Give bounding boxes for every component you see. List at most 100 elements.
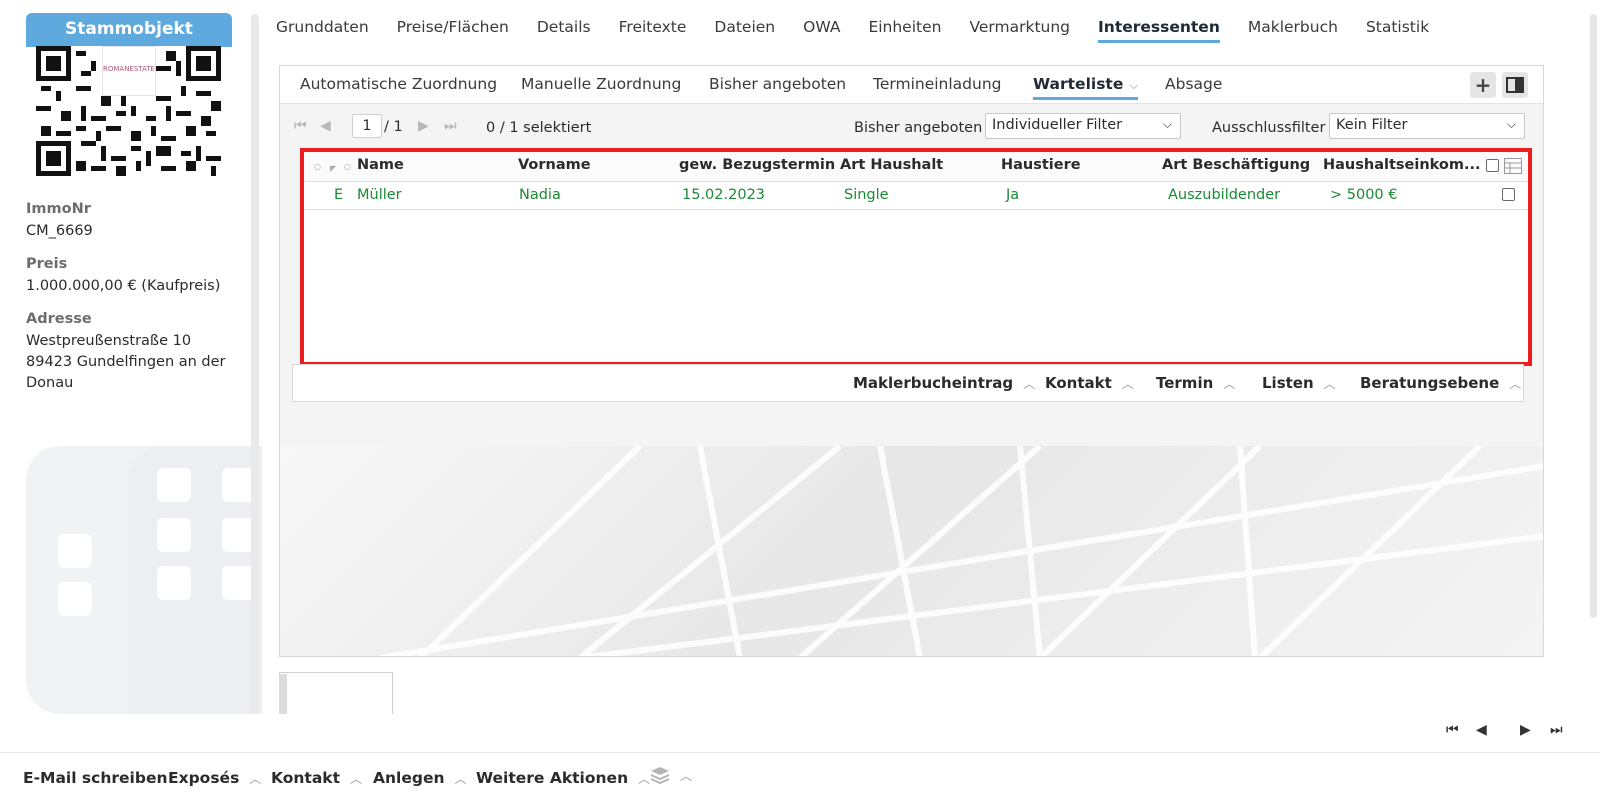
action-label: Kontakt (1045, 374, 1112, 392)
subtab-label: Warteliste (1033, 75, 1124, 93)
col-name[interactable]: Name (357, 157, 404, 173)
anlegen-menu[interactable]: Anlegen ︿ (373, 769, 467, 787)
menu-label: Anlegen (373, 769, 445, 787)
subtab-absage[interactable]: Absage (1165, 75, 1222, 93)
col-vorname[interactable]: Vorname (518, 157, 591, 173)
first-page-icon[interactable]: ⏮ (294, 118, 307, 134)
tab-label: Maklerbuch (1247, 18, 1338, 36)
subtab-automatische-zuordnung[interactable]: Automatische Zuordnung (300, 75, 497, 93)
action-label: Maklerbucheintrag (853, 374, 1014, 392)
chevron-up-icon: ︿ (1223, 377, 1236, 391)
tab-label: Vermarktung (969, 18, 1071, 36)
tab-owa[interactable]: OWA (789, 14, 854, 48)
action-label: Listen (1262, 374, 1314, 392)
cell-haushaltseinkommen: > 5000 € (1330, 187, 1398, 203)
list-toolbar: ⏮ ◀ ▶ ⏭ / 1 0 / 1 selektiert Bisher ange… (280, 104, 1543, 148)
page-number-input[interactable]: 1 (352, 114, 382, 138)
row-action-bar: Maklerbucheintrag ︿ Kontakt ︿ Termin ︿ List… (292, 364, 1524, 402)
column-settings-icon[interactable] (1504, 158, 1522, 178)
subtab-manuelle-zuordnung[interactable]: Manuelle Zuordnung (521, 75, 681, 93)
chevron-down-icon: ⌵ (1162, 117, 1172, 131)
tab-maklerbuch[interactable]: Maklerbuch (1234, 14, 1352, 48)
action-maklerbucheintrag[interactable]: Maklerbucheintrag ︿ (853, 374, 1035, 392)
kontakt-menu[interactable]: Kontakt ︿ (271, 769, 362, 787)
tab-label: Dateien (714, 18, 776, 36)
row-flag: E (334, 187, 344, 203)
subtab-termineinladung[interactable]: Termineinladung (873, 75, 1002, 93)
table-row[interactable]: E Müller Nadia 15.02.2023 Single Ja Ausz… (304, 182, 1528, 210)
building-window (58, 582, 92, 616)
qr-code: ROMANESTATE (36, 46, 221, 176)
chevron-up-icon: ︿ (454, 772, 467, 786)
content-frame: Automatische Zuordnung Manuelle Zuordnun… (279, 65, 1544, 657)
weitere-aktionen-menu[interactable]: Weitere Aktionen ︿ (476, 769, 650, 787)
secondary-tab[interactable] (279, 672, 393, 714)
col-haustiere[interactable]: Haustiere (1001, 157, 1081, 173)
next-record-icon[interactable]: ▶ (1520, 722, 1531, 738)
main-scrollbar[interactable] (1590, 14, 1597, 618)
col-bezugstermin[interactable]: gew. Bezugstermin (679, 157, 835, 173)
row-checkbox[interactable] (1502, 188, 1515, 201)
selection-count: 0 / 1 selektiert (486, 120, 592, 136)
tab-preise-flaechen[interactable]: Preise/Flächen (383, 14, 523, 48)
menu-label: Kontakt (271, 769, 341, 787)
prev-page-icon[interactable]: ◀ (320, 118, 331, 134)
cell-art-haushalt: Single (844, 187, 889, 203)
layers-menu[interactable]: ︿ (650, 765, 692, 789)
tab-dateien[interactable]: Dateien (700, 14, 789, 48)
bisher-angeboten-select[interactable]: Individueller Filter ⌵ (985, 113, 1181, 139)
tab-freitexte[interactable]: Freitexte (605, 14, 701, 48)
action-kontakt[interactable]: Kontakt ︿ (1045, 374, 1134, 392)
last-page-icon[interactable]: ⏭ (444, 118, 457, 134)
menu-label: Exposés (168, 769, 240, 787)
preis-label: Preis (26, 256, 68, 272)
tab-interessenten[interactable]: Interessenten (1084, 14, 1234, 48)
chevron-up-icon: ︿ (638, 772, 651, 786)
main-tab-bar: Grunddaten Preise/Flächen Details Freite… (262, 14, 1443, 48)
add-icon[interactable]: + (1470, 72, 1496, 98)
tab-vermarktung[interactable]: Vermarktung (955, 14, 1084, 48)
chevron-up-icon: ︿ (1023, 377, 1036, 391)
tab-einheiten[interactable]: Einheiten (854, 14, 955, 48)
left-scrollbar[interactable] (251, 14, 259, 714)
action-termin[interactable]: Termin ︿ (1156, 374, 1235, 392)
chevron-down-icon[interactable]: ⌵ (1129, 78, 1138, 92)
cell-bezugstermin: 15.02.2023 (682, 187, 766, 203)
first-record-icon[interactable]: ⏮ (1446, 722, 1459, 738)
cell-haustiere: Ja (1006, 187, 1020, 203)
tab-label: Preise/Flächen (396, 18, 509, 36)
row-indicator-icon: ○ (344, 162, 351, 171)
sort-icon[interactable]: ◤ (330, 164, 336, 173)
preis-value: 1.000.000,00 € (Kaufpreis) (26, 278, 221, 294)
exposes-menu[interactable]: Exposés ︿ (168, 769, 261, 787)
subtab-warteliste[interactable]: Warteliste ⌵ (1033, 75, 1139, 100)
last-record-icon[interactable]: ⏭ (1550, 722, 1563, 738)
action-listen[interactable]: Listen ︿ (1262, 374, 1336, 392)
chevron-up-icon: ︿ (1121, 377, 1134, 391)
bisher-angeboten-label: Bisher angeboten (854, 120, 983, 136)
tab-grunddaten[interactable]: Grunddaten (262, 14, 383, 48)
tab-label: Statistik (1365, 18, 1430, 36)
panel-toggle-icon[interactable] (1502, 72, 1528, 98)
tab-statistik[interactable]: Statistik (1352, 14, 1443, 48)
waitlist-table: ○ ◤ ○ Name Vorname gew. Bezugstermin Art… (300, 148, 1532, 366)
col-art-haushalt[interactable]: Art Haushalt (840, 157, 943, 173)
action-beratungsebene[interactable]: Beratungsebene ︿ (1360, 374, 1521, 392)
tab-details[interactable]: Details (523, 14, 605, 48)
email-schreiben-button[interactable]: E-Mail schreiben (23, 769, 168, 787)
immonr-label: ImmoNr (26, 201, 91, 217)
select-all-checkbox[interactable] (1486, 159, 1499, 172)
left-panel: Stammobjekt ROMANESTATE ImmoNr CM_6669 P… (0, 0, 262, 718)
building-window (157, 566, 191, 600)
col-haushaltseinkommen[interactable]: Haushaltseinkom... (1323, 157, 1481, 173)
prev-record-icon[interactable]: ◀ (1476, 722, 1487, 738)
stammobjekt-header[interactable]: Stammobjekt (26, 13, 232, 47)
chevron-up-icon: ︿ (1323, 377, 1336, 391)
tab-label: Interessenten (1098, 18, 1220, 43)
tab-label: Grunddaten (276, 18, 369, 36)
col-art-beschaeftigung[interactable]: Art Beschäftigung (1162, 157, 1310, 173)
subtab-bisher-angeboten[interactable]: Bisher angeboten (709, 75, 846, 93)
action-label: Beratungsebene (1360, 374, 1500, 392)
next-page-icon[interactable]: ▶ (418, 118, 429, 134)
ausschlussfilter-select[interactable]: Kein Filter ⌵ (1329, 113, 1525, 139)
